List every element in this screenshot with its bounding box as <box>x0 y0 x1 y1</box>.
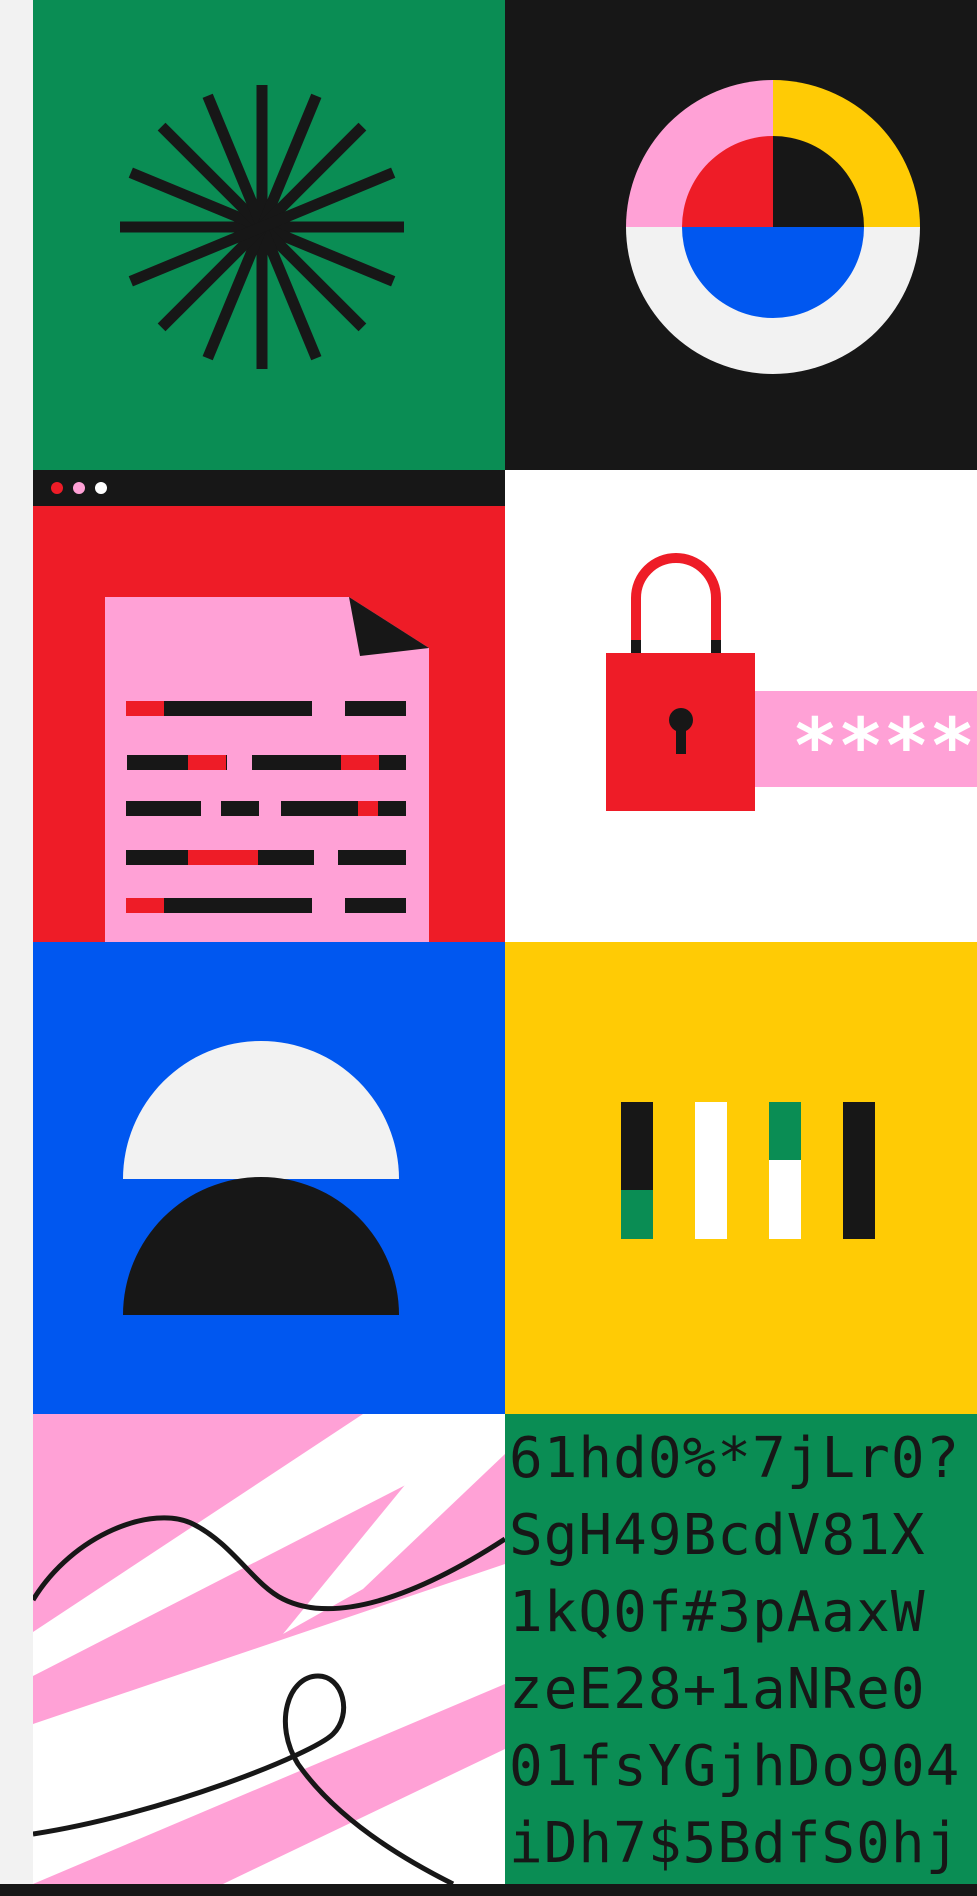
redacted-document-icon <box>33 470 505 942</box>
window-dot-pink <box>73 482 85 494</box>
document-window-tile <box>33 470 505 942</box>
squiggle-lines-icon <box>33 1414 505 1884</box>
code-line-5: 01fsYGjhDo904 <box>509 1734 961 1799</box>
code-line-3: 1kQ0f#3pAaxW <box>509 1580 926 1645</box>
code-text-icon: 61hd0%*7jLr0? SgH49BcdV81X 1kQ0f#3pAaxW … <box>505 1414 977 1884</box>
bars-tile <box>505 942 977 1414</box>
quartered-donut-icon <box>626 80 920 374</box>
window-dot-white <box>95 482 107 494</box>
starburst-tile <box>33 0 505 470</box>
half-circles-tile <box>33 942 505 1414</box>
lock-password-tile: **** <box>505 470 977 942</box>
starburst-icon <box>120 85 404 369</box>
window-dot-red <box>51 482 63 494</box>
illustration-grid: **** 61hd0%*7jLr0? SgH49BcdV81X 1kQ0f#3p… <box>33 0 977 1884</box>
page-fold <box>349 597 429 656</box>
half-circles-icon <box>123 1041 399 1315</box>
lower-half-circle <box>123 1177 399 1315</box>
code-line-1: 61hd0%*7jLr0? <box>509 1426 961 1491</box>
bottom-bar <box>0 1884 977 1896</box>
donut-tile <box>505 0 977 470</box>
code-line-2: SgH49BcdV81X <box>509 1503 926 1568</box>
upper-half-circle <box>123 1041 399 1179</box>
code-line-6: iDh7$5BdfS0hj <box>509 1811 961 1876</box>
vertical-bars-icon <box>621 1102 875 1239</box>
squiggle-tile <box>33 1414 505 1884</box>
random-code-tile: 61hd0%*7jLr0? SgH49BcdV81X 1kQ0f#3pAaxW … <box>505 1414 977 1884</box>
password-mask: **** <box>795 701 977 790</box>
password-field: **** <box>755 691 977 790</box>
code-line-4: zeE28+1aNRe0 <box>509 1657 926 1722</box>
